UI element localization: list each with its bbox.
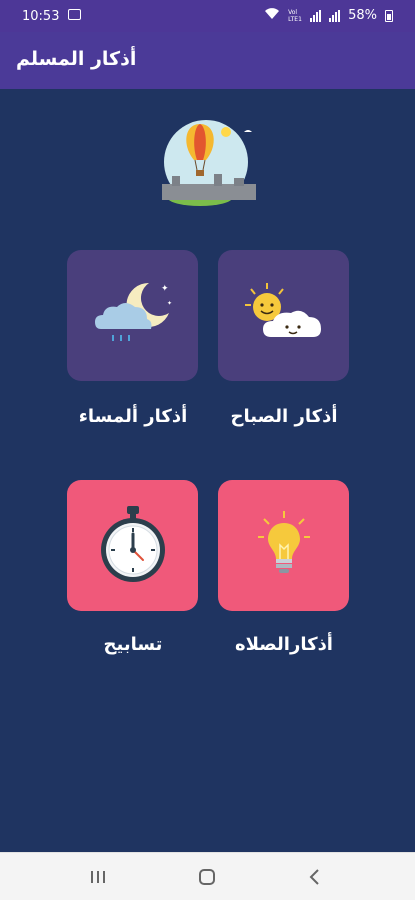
home-icon[interactable] (196, 867, 218, 887)
app-title: أذكار المسلم (16, 48, 137, 70)
morning-adhkar-label[interactable]: أذكار الصباح (204, 406, 364, 427)
network-label: Vol LTE1 (288, 8, 302, 23)
battery-icon (385, 9, 393, 22)
sun-cloud-icon (241, 279, 327, 353)
app-bar: أذكار المسلم (0, 32, 415, 89)
stopwatch-icon (97, 504, 169, 588)
gallery-notification-icon (68, 9, 81, 20)
battery-percent: 58% (348, 8, 377, 23)
moon-cloud-icon: ✦ ✦ (91, 279, 175, 353)
status-time: 10:53 (22, 9, 60, 24)
morning-adhkar-card[interactable] (218, 250, 349, 381)
evening-adhkar-label[interactable]: أذكار ألمساء (53, 406, 213, 427)
prayer-adhkar-card[interactable] (218, 480, 349, 611)
evening-adhkar-card[interactable]: ✦ ✦ (67, 250, 198, 381)
recent-apps-icon[interactable] (87, 867, 109, 887)
status-bar: 10:53 Vol LTE1 58% (0, 0, 415, 32)
system-nav-bar (0, 852, 415, 900)
status-indicators: Vol LTE1 58% (264, 8, 393, 23)
signal-icon-2 (329, 9, 341, 22)
svg-text:✦: ✦ (161, 284, 169, 294)
hot-air-balloon-logo-icon (160, 116, 256, 212)
signal-icon (310, 9, 322, 22)
wifi-icon (264, 8, 280, 23)
tasbeeh-label[interactable]: تسابيح (53, 634, 213, 655)
tasbeeh-card[interactable] (67, 480, 198, 611)
back-icon[interactable] (304, 867, 326, 887)
prayer-adhkar-label[interactable]: أذكارالصلاه (204, 634, 364, 655)
lightbulb-icon (254, 509, 314, 583)
svg-text:✦: ✦ (167, 300, 172, 307)
